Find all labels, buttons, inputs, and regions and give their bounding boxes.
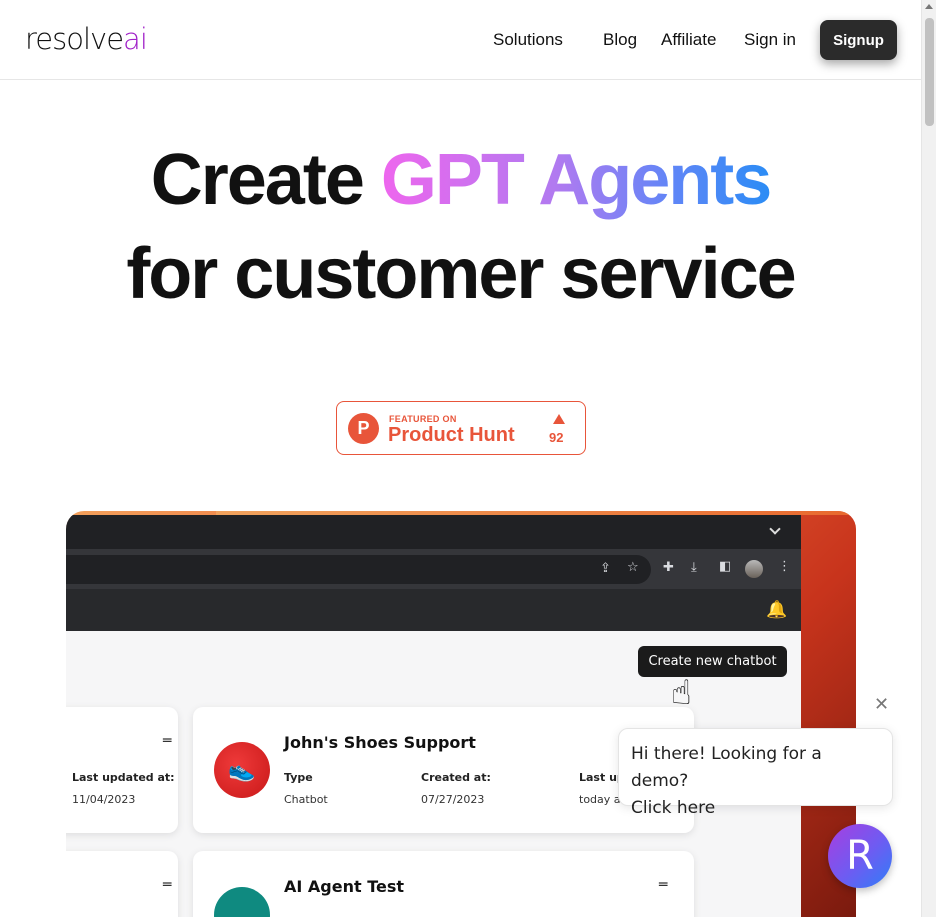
signup-button[interactable]: Signup — [820, 20, 897, 60]
download-icon: ⤓ — [691, 560, 697, 575]
chat-message-line2[interactable]: Click here — [631, 795, 880, 822]
chat-greeting-bubble[interactable]: Hi there! Looking for a demo? Click here — [618, 728, 893, 818]
top-navigation: resolveai Solutions Blog Affiliate Sign … — [0, 0, 921, 80]
menu-icon: ═ — [659, 877, 668, 893]
menu-icon: ═ — [163, 877, 172, 893]
sidepanel-icon: ◧ — [719, 559, 732, 574]
upvote-count: 92 — [549, 430, 564, 445]
close-chat-icon[interactable]: ✕ — [874, 694, 889, 715]
type-label: Type — [284, 771, 313, 784]
share-icon: ⇪ — [600, 561, 611, 576]
chevron-down-icon — [769, 523, 781, 535]
nav-solutions[interactable]: Solutions — [493, 30, 563, 50]
scroll-up-icon[interactable] — [925, 4, 933, 9]
upvote-arrow-icon — [553, 414, 565, 424]
nav-sign-in[interactable]: Sign in — [744, 30, 796, 50]
hero-text-gradient: GPT Agents — [380, 140, 772, 220]
address-bar: ⇪ ☆ — [66, 555, 651, 584]
app-header-bar: 🔔 — [66, 589, 801, 631]
extensions-icon: ✚ — [663, 560, 674, 575]
featured-on-label: FEATURED ON — [389, 414, 457, 424]
chatbot-title: AI Agent Test — [284, 877, 405, 896]
browser-toolbar: ⇪ ☆ ✚ ⤓ ◧ ⋮ — [66, 549, 801, 589]
page-scrollbar[interactable] — [921, 0, 936, 917]
last-updated-label: Last updated at: — [72, 771, 175, 784]
nav-affiliate[interactable]: Affiliate — [661, 30, 716, 50]
logo[interactable]: resolveai — [25, 22, 148, 56]
chat-message-line1: Hi there! Looking for a demo? — [631, 744, 822, 791]
chatbot-card: AI Agent Test ═ — [193, 851, 694, 917]
chatbot-title: John's Shoes Support — [284, 733, 476, 752]
created-value: 07/27/2023 — [421, 793, 485, 806]
last-updated-value: 11/04/2023 — [72, 793, 136, 806]
menu-icon: ═ — [163, 733, 172, 749]
browser-window: ⇪ ☆ ✚ ⤓ ◧ ⋮ 🔔 Create new chatbot ☝ ═ Las… — [66, 515, 801, 917]
hero-headline-line2: for customer service — [126, 234, 796, 314]
create-new-chatbot-button: Create new chatbot — [638, 646, 787, 677]
nav-blog[interactable]: Blog — [603, 30, 637, 50]
chatbot-avatar-icon — [214, 887, 270, 917]
logo-text: resolve — [25, 22, 124, 56]
product-screenshot: ⇪ ☆ ✚ ⤓ ◧ ⋮ 🔔 Create new chatbot ☝ ═ Las… — [66, 511, 856, 917]
logo-accent: ai — [123, 22, 148, 56]
scrollbar-thumb[interactable] — [925, 18, 934, 126]
kebab-menu-icon: ⋮ — [778, 559, 791, 574]
type-value: Chatbot — [284, 793, 328, 806]
product-hunt-badge[interactable]: P FEATURED ON Product Hunt 92 — [336, 401, 586, 455]
hero-text-create: Create — [150, 140, 381, 220]
partial-chatbot-card: ═ Last updated at: 11/04/2023 — [66, 707, 178, 833]
star-icon: ☆ — [627, 560, 639, 575]
browser-tab-bar — [66, 515, 801, 549]
shoe-icon: 👟 — [214, 742, 270, 798]
product-hunt-logo-icon: P — [348, 413, 379, 444]
hero-headline-line1: Create GPT Agents — [0, 138, 921, 222]
partial-chatbot-card: ═ — [66, 851, 178, 917]
created-label: Created at: — [421, 771, 491, 784]
product-hunt-name: Product Hunt — [388, 424, 515, 446]
profile-avatar — [745, 560, 763, 578]
bell-icon: 🔔 — [766, 600, 788, 620]
chat-launcher-avatar[interactable]: R — [828, 824, 892, 888]
